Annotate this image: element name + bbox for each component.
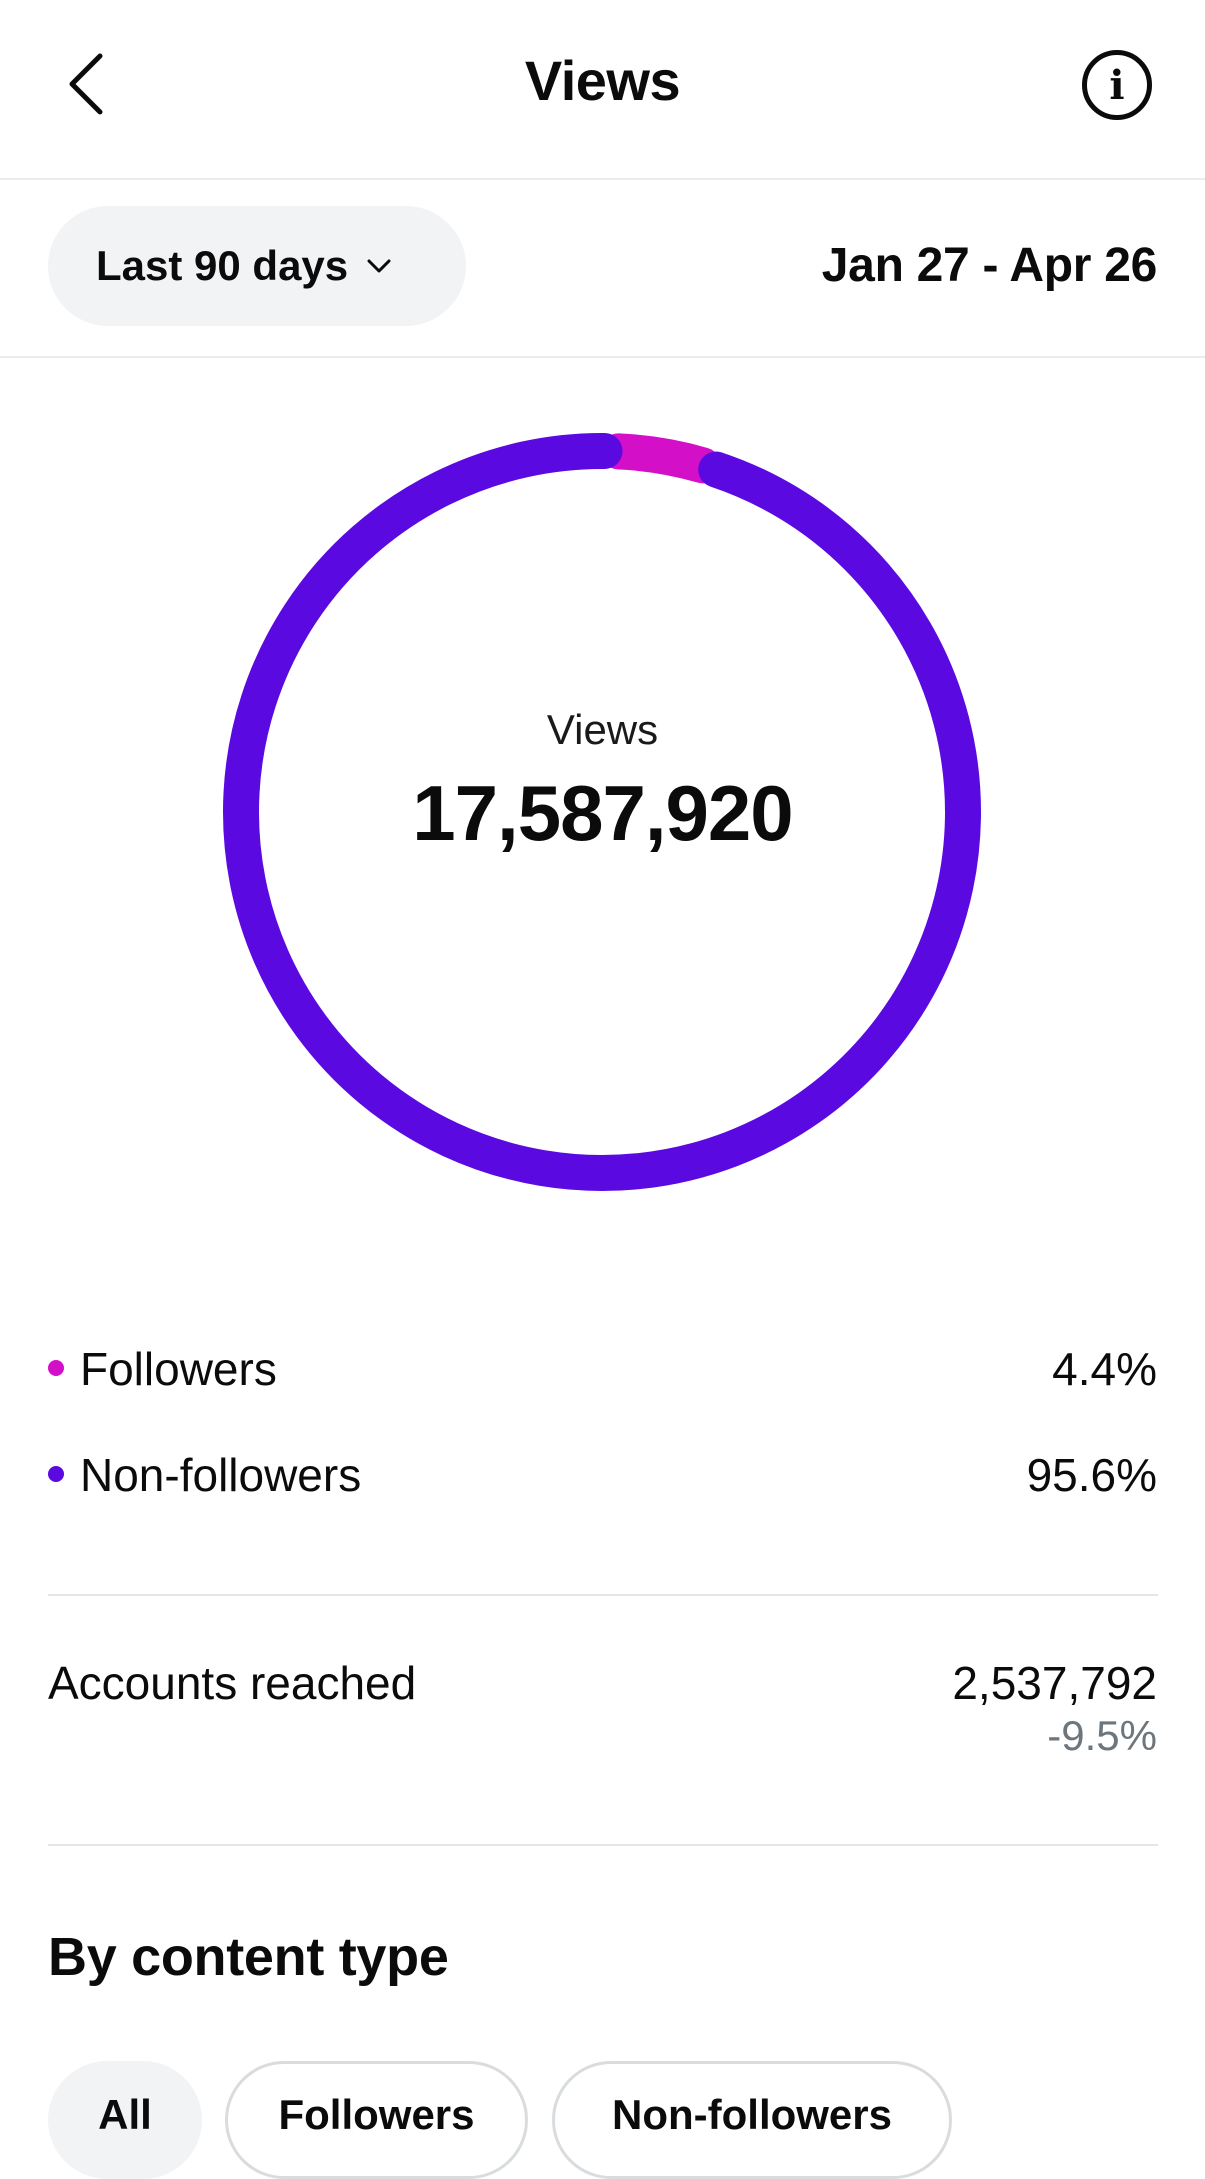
divider bbox=[48, 1594, 1158, 1596]
accounts-reached-label: Accounts reached bbox=[48, 1657, 417, 1709]
section-title: By content type bbox=[48, 1927, 449, 1987]
legend-label: Non-followers bbox=[80, 1449, 362, 1501]
filter-chip-all[interactable]: All bbox=[48, 2061, 202, 2179]
donut-center-label: Views bbox=[546, 706, 659, 753]
legend-percent: 4.4% bbox=[1052, 1343, 1157, 1395]
page-title: Views bbox=[524, 49, 681, 112]
chip-label: All bbox=[98, 2091, 152, 2138]
non-followers-dot bbox=[48, 1466, 64, 1482]
accounts-reached-change: -9.5% bbox=[1047, 1712, 1157, 1759]
legend-row-non-followers: Non-followers 95.6% bbox=[48, 1444, 1157, 1504]
date-range-dropdown[interactable]: Last 90 days bbox=[48, 206, 466, 326]
legend-label: Followers bbox=[80, 1343, 277, 1395]
date-range-dropdown-label: Last 90 days bbox=[96, 242, 349, 289]
divider bbox=[48, 1844, 1158, 1846]
filter-chip-non-followers[interactable]: Non-followers bbox=[552, 2061, 952, 2179]
filter-chip-followers[interactable]: Followers bbox=[225, 2061, 528, 2179]
chip-label: Followers bbox=[278, 2091, 475, 2138]
top-bar: Views i bbox=[0, 0, 1205, 180]
legend-percent: 95.6% bbox=[1026, 1449, 1157, 1501]
filter-bar: Last 90 days Jan 27 - Apr 26 bbox=[0, 180, 1205, 358]
total-views-value: 17,587,920 bbox=[412, 769, 793, 857]
chip-label: Non-followers bbox=[612, 2091, 892, 2138]
date-range-text: Jan 27 - Apr 26 bbox=[821, 239, 1158, 292]
accounts-reached-value: 2,537,792 bbox=[952, 1657, 1157, 1709]
legend-row-followers: Followers 4.4% bbox=[48, 1338, 1157, 1398]
donut-segment-followers bbox=[600, 433, 721, 484]
info-icon: i bbox=[1109, 61, 1125, 109]
followers-dot bbox=[48, 1360, 64, 1376]
chevron-down-icon bbox=[367, 259, 391, 273]
info-button[interactable]: i bbox=[1082, 50, 1152, 120]
